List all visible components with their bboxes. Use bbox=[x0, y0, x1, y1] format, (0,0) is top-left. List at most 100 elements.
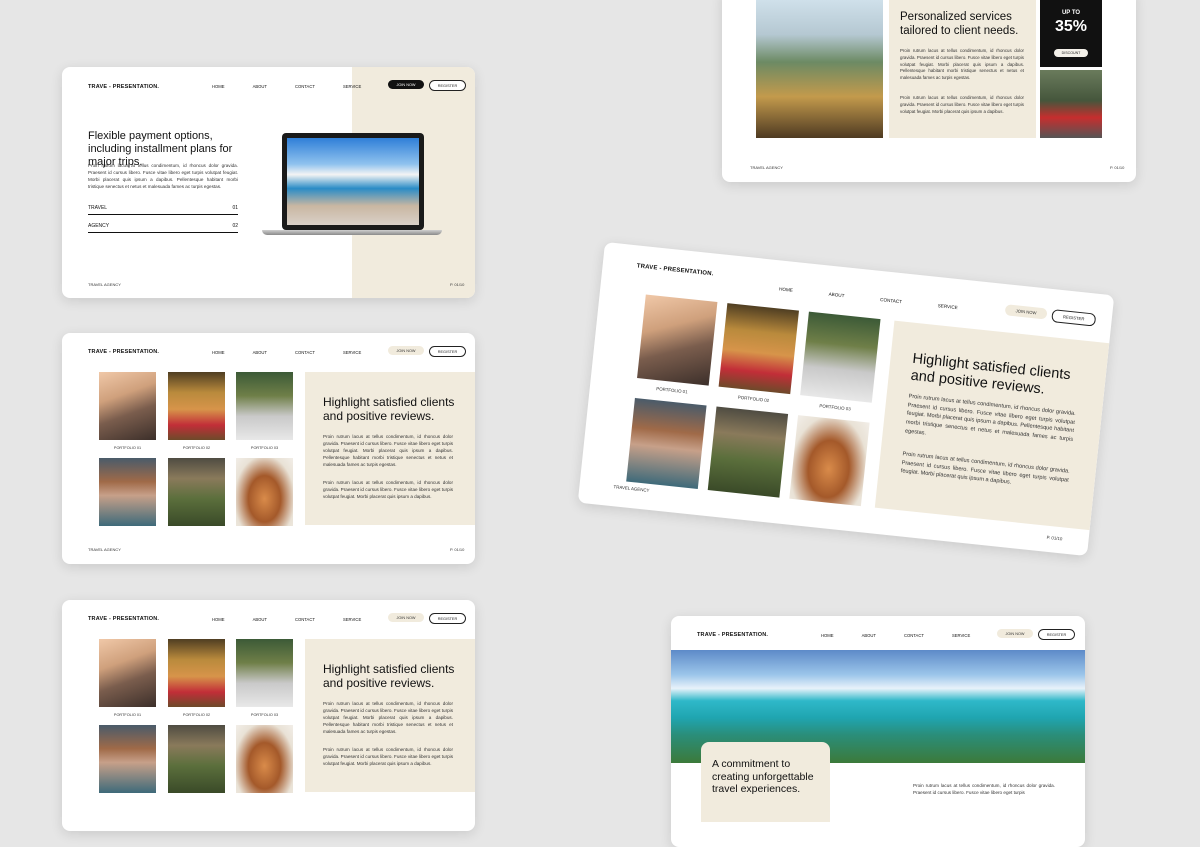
register-button[interactable]: REGISTER bbox=[1051, 309, 1097, 327]
promo-up-to: UP TO bbox=[1061, 10, 1081, 16]
brand-logo: TRAVE - PRESENTATION. bbox=[88, 616, 160, 622]
section-title: Personalized services tailored to client… bbox=[900, 11, 1019, 37]
join-now-button[interactable]: JOIN NOW bbox=[997, 629, 1033, 638]
body-text: Proin rutrum lacus at tellus condimentum… bbox=[913, 783, 1055, 796]
page-number: P. 01/10 bbox=[450, 282, 465, 287]
portfolio-photo-bike[interactable] bbox=[236, 372, 293, 440]
portfolio-caption: PORTFOLIO 02 bbox=[182, 713, 211, 717]
nav-service[interactable]: SERVICE bbox=[937, 303, 958, 310]
join-now-button[interactable]: JOIN NOW bbox=[1004, 304, 1048, 320]
page-number: P. 01/10 bbox=[450, 547, 465, 552]
slide-services[interactable]: Personalized services tailored to client… bbox=[722, 0, 1136, 182]
page-number: P. 01/10 bbox=[1046, 534, 1063, 542]
portfolio-caption: PORTFOLIO 01 bbox=[113, 713, 142, 717]
laptop-image bbox=[262, 133, 442, 239]
footer-label: TRAVEL AGENCY bbox=[88, 547, 121, 552]
portfolio-photo-bike[interactable] bbox=[236, 639, 293, 707]
section-title: A commitment to creating unforgettable t… bbox=[712, 758, 814, 796]
brand-logo: TRAVE - PRESENTATION. bbox=[88, 349, 160, 355]
nav-home[interactable]: HOME bbox=[212, 617, 225, 622]
car-photo[interactable] bbox=[1040, 70, 1102, 138]
body-text: Proin rutrum lacus at tellus condimentum… bbox=[323, 480, 453, 500]
nav-menu: HOME ABOUT CONTACT SERVICE bbox=[212, 617, 389, 622]
nav-home[interactable]: HOME bbox=[212, 84, 225, 89]
nav-contact[interactable]: CONTACT bbox=[295, 84, 315, 89]
portfolio-photo-building[interactable] bbox=[637, 294, 718, 386]
list-item[interactable]: TRAVEL 01 bbox=[88, 205, 238, 215]
portfolio-photo-canal[interactable] bbox=[626, 397, 707, 489]
row-number: 01 bbox=[232, 205, 238, 211]
portfolio-photo-eiffel[interactable] bbox=[168, 458, 225, 526]
portfolio-photo-eiffel[interactable] bbox=[168, 725, 225, 793]
footer-label: TRAVEL AGENCY bbox=[750, 165, 783, 170]
nav-service[interactable]: SERVICE bbox=[343, 84, 361, 89]
brand-logo: TRAVE - PRESENTATION. bbox=[697, 632, 769, 638]
nav-service[interactable]: SERVICE bbox=[343, 350, 361, 355]
slide-reviews[interactable]: TRAVE - PRESENTATION. HOME ABOUT CONTACT… bbox=[62, 333, 475, 564]
portfolio-caption: PORTFOLIO 01 bbox=[656, 386, 688, 395]
portfolio-caption: PORTFOLIO 02 bbox=[182, 446, 211, 450]
slide-reviews-copy[interactable]: TRAVE - PRESENTATION. HOME ABOUT CONTACT… bbox=[62, 600, 475, 831]
slide-reviews-rotated[interactable]: TRAVE - PRESENTATION. HOME ABOUT CONTACT… bbox=[577, 241, 1115, 557]
portfolio-photo-croissant[interactable] bbox=[236, 458, 293, 526]
row-label: TRAVEL bbox=[88, 205, 108, 211]
portfolio-caption: PORTFOLIO 03 bbox=[250, 446, 279, 450]
nav-home[interactable]: HOME bbox=[212, 350, 225, 355]
register-button[interactable]: REGISTER bbox=[429, 346, 466, 357]
nav-menu: HOME ABOUT CONTACT SERVICE bbox=[779, 286, 986, 313]
nav-about[interactable]: ABOUT bbox=[253, 350, 267, 355]
body-text: Proin rutrum lacus at tellus condimentum… bbox=[900, 48, 1024, 81]
body-text: Proin rutrum lacus at tellus condimentum… bbox=[323, 701, 453, 735]
nav-contact[interactable]: CONTACT bbox=[904, 633, 924, 638]
nav-about[interactable]: ABOUT bbox=[253, 84, 267, 89]
nav-service[interactable]: SERVICE bbox=[952, 633, 970, 638]
join-now-button[interactable]: JOIN NOW bbox=[388, 346, 424, 355]
discount-button[interactable]: DISCOUNT bbox=[1054, 49, 1088, 57]
portfolio-photo-canal[interactable] bbox=[99, 725, 156, 793]
nav-menu: HOME ABOUT CONTACT SERVICE bbox=[821, 633, 998, 638]
portfolio-photo-building[interactable] bbox=[99, 639, 156, 707]
nav-home[interactable]: HOME bbox=[821, 633, 834, 638]
page-number: P. 01/10 bbox=[1110, 165, 1125, 170]
body-text: Proin rutrum lacus at tellus condimentum… bbox=[323, 747, 453, 767]
slide-payment[interactable]: TRAVE - PRESENTATION. HOME ABOUT CONTACT… bbox=[62, 67, 475, 298]
nav-about[interactable]: ABOUT bbox=[862, 633, 876, 638]
list-item[interactable]: AGENCY 02 bbox=[88, 223, 238, 233]
portfolio-caption: PORTFOLIO 03 bbox=[819, 403, 851, 412]
nav-home[interactable]: HOME bbox=[779, 286, 793, 292]
mountain-photo[interactable] bbox=[756, 0, 883, 138]
nav-contact[interactable]: CONTACT bbox=[880, 297, 902, 304]
portfolio-photo-kayak[interactable] bbox=[168, 372, 225, 440]
portfolio-photo-kayak[interactable] bbox=[168, 639, 225, 707]
headline-card: A commitment to creating unforgettable t… bbox=[701, 742, 830, 822]
nav-service[interactable]: SERVICE bbox=[343, 617, 361, 622]
nav-about[interactable]: ABOUT bbox=[828, 292, 844, 299]
register-button[interactable]: REGISTER bbox=[429, 613, 466, 624]
portfolio-photo-building[interactable] bbox=[99, 372, 156, 440]
section-title: Highlight satisfied clients and positive… bbox=[323, 395, 455, 424]
body-text: Proin rutrum lacus at tellus condimentum… bbox=[900, 95, 1024, 114]
brand-logo: TRAVE - PRESENTATION. bbox=[88, 84, 160, 90]
register-button[interactable]: REGISTER bbox=[429, 80, 466, 91]
body-text: Proin rutrum lacus at tellus condimentum… bbox=[323, 434, 453, 468]
join-now-button[interactable]: JOIN NOW bbox=[388, 613, 424, 622]
promo-value: 35% bbox=[1054, 18, 1088, 35]
portfolio-photo-kayak[interactable] bbox=[718, 303, 799, 395]
portfolio-photo-eiffel[interactable] bbox=[707, 406, 789, 498]
portfolio-caption: PORTFOLIO 01 bbox=[113, 446, 142, 450]
portfolio-caption: PORTFOLIO 03 bbox=[250, 713, 279, 717]
portfolio-photo-croissant[interactable] bbox=[236, 725, 293, 793]
nav-about[interactable]: ABOUT bbox=[253, 617, 267, 622]
portfolio-photo-bike[interactable] bbox=[800, 311, 881, 403]
join-now-button[interactable]: JOIN NOW bbox=[388, 80, 424, 89]
nav-menu: HOME ABOUT CONTACT SERVICE bbox=[212, 84, 389, 89]
slide-commitment[interactable]: TRAVE - PRESENTATION. HOME ABOUT CONTACT… bbox=[671, 616, 1085, 847]
nav-contact[interactable]: CONTACT bbox=[295, 350, 315, 355]
portfolio-photo-canal[interactable] bbox=[99, 458, 156, 526]
register-button[interactable]: REGISTER bbox=[1038, 629, 1075, 640]
row-label: AGENCY bbox=[88, 223, 110, 229]
nav-contact[interactable]: CONTACT bbox=[295, 617, 315, 622]
portfolio-photo-croissant[interactable] bbox=[789, 415, 870, 507]
nav-menu: HOME ABOUT CONTACT SERVICE bbox=[212, 350, 389, 355]
portfolio-caption: PORTFOLIO 02 bbox=[737, 394, 770, 403]
